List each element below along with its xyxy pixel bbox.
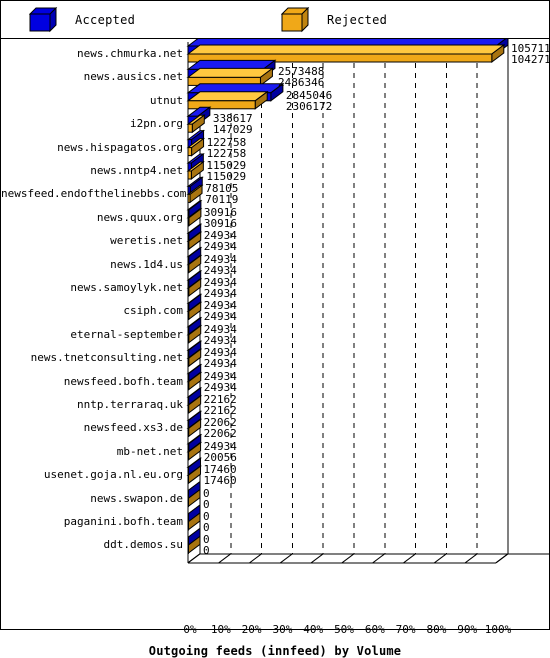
value-label-group: 24934 24934	[204, 347, 237, 369]
legend-label-rejected: Rejected	[327, 13, 388, 27]
value-label-rejected: 24934	[203, 263, 237, 277]
value-label-group: 00	[203, 534, 210, 556]
bar-value-labels: 1057111410427175 257348824863462845046230…	[1, 39, 550, 628]
value-label-rejected: 10427175	[511, 53, 550, 66]
value-label-group: 24934 24934	[204, 277, 237, 299]
value-label-group: 115029 115029	[206, 160, 246, 182]
value-label-rejected: 0	[203, 521, 210, 534]
value-label-rejected: 0	[203, 544, 210, 558]
x-axis-title: Outgoing feeds (innfeed) by Volume	[148, 644, 402, 658]
value-label-rejected: 0	[203, 497, 210, 511]
chart-legend: Accepted Rejected	[1, 1, 549, 39]
value-label-group: 24934 24934	[204, 254, 237, 276]
value-label-rejected: 17460	[203, 474, 237, 488]
plot-area: news.chmurka.net news.ausics.net utnut i2pn…	[1, 39, 550, 658]
value-label-rejected: 24934	[203, 380, 237, 394]
value-label-group: 1057111410427175	[511, 43, 550, 65]
value-label-group: 338617 147029	[213, 113, 253, 135]
value-label-group: 24934 24934	[204, 371, 237, 393]
value-label-rejected: 24934	[203, 240, 237, 254]
value-label-group: 2845046 2306172	[286, 90, 332, 112]
value-label-group: 00	[203, 488, 210, 510]
value-label-accepted: 122758	[206, 135, 247, 149]
value-label-accepted: 0	[203, 486, 210, 500]
value-label-group: 78105 70119	[205, 183, 238, 205]
value-label-group: 24934 24934	[204, 324, 237, 346]
value-label-group: 24934 24934	[204, 230, 237, 252]
value-label-rejected: 122758	[206, 146, 247, 160]
value-label-group: 30916 30916	[204, 207, 237, 229]
legend-item-rejected: Rejected	[281, 7, 387, 33]
value-label-rejected: 2486346	[277, 76, 325, 90]
value-label-rejected: 20056	[203, 450, 237, 464]
value-label-accepted: 24934	[203, 252, 237, 266]
cube-icon	[281, 7, 311, 33]
chart-container: Accepted Rejected news.chmurka.net news.a…	[0, 0, 550, 658]
value-label-rejected: 22162	[203, 404, 237, 417]
x-axis-tick-labels: 0% 10% 20% 30% 40% 50% 60% 70% 80% 90% 100%	[1, 623, 549, 639]
value-label-accepted: 24934	[203, 369, 237, 383]
value-label-rejected: 24934	[203, 333, 237, 347]
cube-icon	[29, 7, 59, 33]
value-label-group: 24934 24934	[204, 300, 237, 322]
value-label-rejected: 115029	[206, 170, 247, 183]
value-label-group: 00	[203, 511, 210, 533]
value-label-rejected: 70119	[205, 193, 239, 207]
value-label-rejected: 22062	[203, 427, 237, 441]
legend-item-accepted: Accepted	[29, 7, 135, 33]
value-label-group: 2573488 2486346	[278, 66, 324, 88]
value-label-rejected: 24934	[203, 287, 237, 300]
value-label-group: 22062 22062	[204, 417, 237, 439]
value-label-rejected: 24934	[203, 310, 237, 324]
value-label-group: 122758 122758	[207, 137, 247, 159]
value-label-group: 22162 22162	[204, 394, 237, 416]
legend-label-accepted: Accepted	[75, 13, 136, 27]
value-label-rejected: 2306172	[285, 99, 333, 113]
value-label-rejected: 24934	[203, 357, 237, 371]
value-label-group: 24934 20056	[204, 441, 237, 463]
value-label-rejected: 30916	[203, 216, 238, 230]
value-label-group: 17460 17460	[204, 464, 237, 486]
value-label-rejected: 147029	[212, 123, 253, 137]
